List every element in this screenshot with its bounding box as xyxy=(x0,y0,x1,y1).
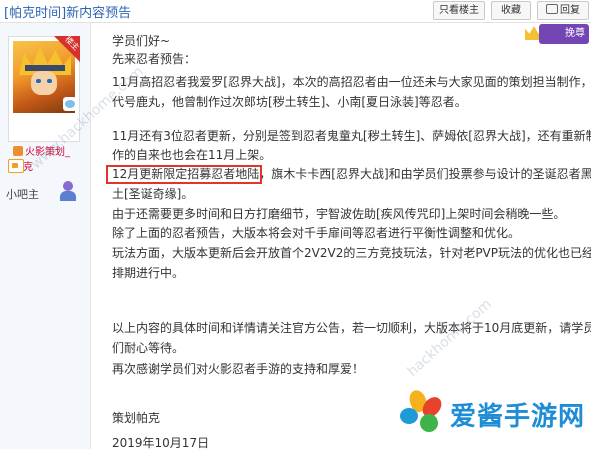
post-line: 再次感谢学员们对火影忍者手游的支持和厚爱！ xyxy=(112,362,365,376)
reply-button[interactable]: 回复 xyxy=(537,1,589,20)
post-line: 学员们好~ xyxy=(112,34,171,48)
post-line: 先来忍者预告： xyxy=(112,52,197,66)
avatar-eye xyxy=(47,79,52,83)
reply-icon xyxy=(546,4,558,14)
post-signature: 策划帕克 xyxy=(112,411,161,425)
highlight-box xyxy=(106,165,262,184)
post-line: 们耐心等待。 xyxy=(112,341,185,355)
post-line: 土[圣诞奇缘]。 xyxy=(112,187,194,201)
post-line: 作的自来也也会在11月上架。 xyxy=(112,148,272,162)
post-line: 除了上面的忍者预告，大版本将会对千手扉间等忍者进行平衡性调整和优化。 xyxy=(112,226,521,240)
logo-icon xyxy=(398,387,446,436)
post-line: 排期进行中。 xyxy=(112,266,185,280)
moderator-icon xyxy=(57,180,79,202)
logo-text: 爱酱手游网 xyxy=(450,402,586,432)
post-line: 玩法方面，大版本更新后会开放首个2V2V2的三方竞技玩法，针对老PVP玩法的优化… xyxy=(112,246,591,260)
level-icon xyxy=(13,146,23,156)
avatar-eye xyxy=(36,79,41,83)
thread-title[interactable]: [帕克时间]新内容预告 xyxy=(4,2,131,21)
member-badge-icon[interactable] xyxy=(8,159,24,173)
reply-label: 回复 xyxy=(560,5,580,16)
post-line: 以上内容的具体时间和详情请关注官方公告，若一切顺利，大版本将于10月底更新，请学… xyxy=(112,321,591,335)
post-line: 由于还需要更多时间和日方打磨细节，宇智波佐助[疾风传咒印]上架时间会稍晚一些。 xyxy=(112,207,566,221)
author-sidebar: 楼主 火影策划_帕克 小吧主 xyxy=(0,23,91,449)
favorite-button[interactable]: 收藏 xyxy=(491,1,531,20)
post-line: 11月还有3位忍者更新，分别是签到忍者鬼童丸[秽土转生]、萨姆依[忍界大战]，还… xyxy=(112,129,591,143)
post-header: [帕克时间]新内容预告 只看楼主 收藏 回复 xyxy=(0,0,591,22)
post-line: 代号鹿丸，他曾制作过次郎坊[秽土转生]、小南[夏日泳装]等忍者。 xyxy=(112,95,467,109)
site-logo: 爱酱手游网 xyxy=(394,386,590,444)
only-op-button[interactable]: 只看楼主 xyxy=(433,1,485,20)
app-icon xyxy=(63,97,77,111)
author-role: 小吧主 xyxy=(6,188,39,201)
post-date: 2019年10月17日 xyxy=(112,436,210,450)
post-line: 11月高招忍者我爱罗[忍界大战]，本次的高招忍者由一位还未与大家见面的策划担当制… xyxy=(112,75,591,89)
avatar-face xyxy=(31,71,57,95)
